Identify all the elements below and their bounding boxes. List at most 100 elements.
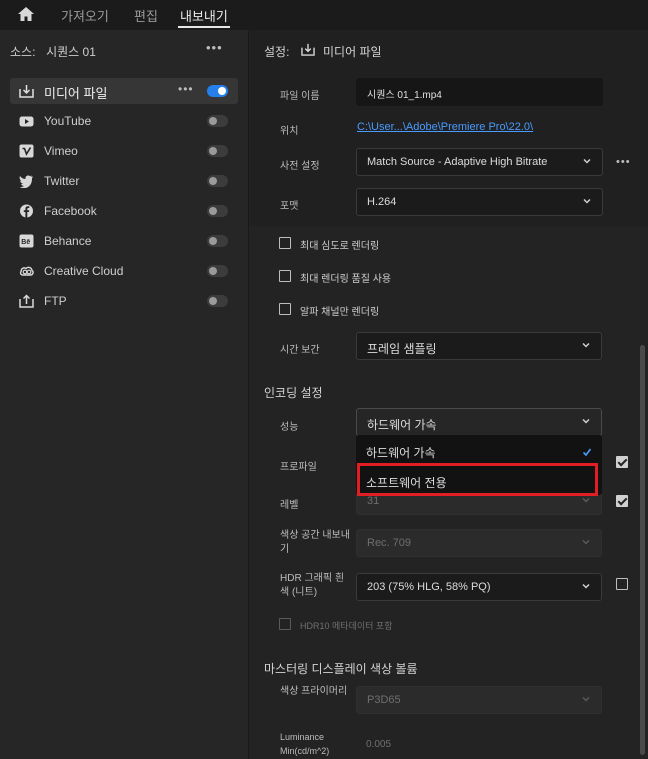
destination-youtube[interactable]: YouTube: [10, 108, 238, 134]
twitter-icon: [19, 175, 33, 188]
settings-panel: 설정: 미디어 파일 파일 이름 시퀀스 01_1.mp4 위치 C:\User…: [250, 30, 648, 759]
destination-label: Facebook: [44, 204, 97, 218]
vimeo-icon: [19, 144, 34, 158]
chevron-down-icon: [582, 497, 590, 503]
color-space-select[interactable]: Rec. 709: [356, 529, 602, 557]
destination-toggle-twitter[interactable]: [207, 175, 228, 187]
destination-label: Behance: [44, 234, 92, 248]
youtube-icon: [19, 116, 34, 127]
filename-label: 파일 이름: [280, 91, 320, 102]
chevron-down-icon: [583, 198, 591, 204]
tab-edit[interactable]: 편집: [134, 6, 158, 25]
performance-value: 하드웨어 가속: [367, 418, 437, 432]
destination-vimeo[interactable]: Vimeo: [10, 138, 238, 164]
hdr10-metadata-checkbox[interactable]: [279, 618, 291, 630]
settings-header: 설정:: [264, 43, 289, 60]
destination-media-file[interactable]: 미디어 파일 •••: [10, 78, 238, 104]
hdr-white-select[interactable]: 203 (75% HLG, 58% PQ): [356, 573, 602, 601]
destination-label: Vimeo: [44, 144, 78, 158]
color-primaries-label: 색상 프라이머리: [280, 686, 348, 697]
luminance-min-label: Luminance Min(cd/m^2): [280, 732, 330, 756]
luminance-min-value[interactable]: 0.005: [366, 739, 391, 750]
format-label: 포맷: [280, 201, 299, 212]
hdr10-metadata-label: HDR10 메타데이터 포함: [300, 621, 393, 631]
destination-ftp[interactable]: FTP: [10, 288, 238, 314]
destination-toggle-behance[interactable]: [207, 235, 228, 247]
destination-toggle-facebook[interactable]: [207, 205, 228, 217]
level-match-checkbox[interactable]: [616, 495, 628, 507]
destination-facebook[interactable]: Facebook: [10, 198, 238, 224]
hdr-white-value: 203 (75% HLG, 58% PQ): [367, 581, 491, 593]
destination-label: Twitter: [44, 174, 80, 188]
upload-icon: [19, 294, 34, 308]
hdr-white-checkbox[interactable]: [616, 578, 628, 590]
performance-select[interactable]: 하드웨어 가속: [356, 408, 602, 436]
source-sequence-name: 시퀀스 01: [46, 45, 96, 59]
preset-label: 사전 설정: [280, 161, 320, 172]
behance-icon: Bē: [19, 234, 34, 248]
level-label: 레벨: [280, 500, 299, 511]
active-tab-indicator: [178, 26, 230, 28]
location-link[interactable]: C:\User...\Adobe\Premiere Pro\22.0\: [357, 121, 533, 133]
destination-behance[interactable]: Bē Behance: [10, 228, 238, 254]
source-more-button[interactable]: •••: [206, 40, 223, 55]
destination-more-button[interactable]: •••: [178, 82, 194, 96]
preset-select[interactable]: Match Source - Adaptive High Bitrate: [356, 148, 603, 176]
destinations-panel: 소스: 시퀀스 01 ••• 미디어 파일 ••• YouTube Vimeo: [0, 30, 249, 759]
max-quality-label: 최대 렌더링 품질 사용: [300, 274, 392, 285]
time-interp-select[interactable]: 프레임 샘플링: [356, 332, 602, 360]
max-depth-label: 최대 심도로 렌더링: [300, 241, 380, 252]
encoding-header: 인코딩 설정: [264, 386, 323, 400]
alpha-only-label: 알파 채널만 렌더링: [300, 307, 380, 318]
profile-match-checkbox[interactable]: [616, 456, 628, 468]
top-navigation-bar: 가져오기 편집 내보내기: [0, 0, 648, 30]
chevron-down-icon: [582, 342, 590, 348]
color-space-value: Rec. 709: [367, 537, 412, 549]
tab-export[interactable]: 내보내기: [180, 6, 228, 25]
destination-toggle-youtube[interactable]: [207, 115, 228, 127]
mastering-header: 마스터링 디스플레이 색상 볼륨: [264, 662, 418, 676]
chevron-down-icon: [583, 158, 591, 164]
chevron-down-icon: [582, 583, 590, 589]
format-value: H.264: [367, 196, 397, 208]
chevron-down-icon: [582, 418, 590, 424]
preset-more-button[interactable]: •••: [616, 156, 631, 168]
settings-header-value: 미디어 파일: [323, 45, 382, 59]
destination-label: YouTube: [44, 114, 92, 128]
color-space-label: 색상 공간 내보내기: [280, 530, 350, 555]
location-label: 위치: [280, 126, 299, 137]
checkmark-icon: [582, 448, 592, 457]
destination-creative-cloud[interactable]: Creative Cloud: [10, 258, 238, 284]
download-icon: [301, 43, 315, 56]
destination-label: Creative Cloud: [44, 264, 124, 278]
home-icon[interactable]: [17, 6, 35, 22]
profile-label: 프로파일: [280, 462, 317, 473]
source-label: 소스:: [10, 45, 36, 59]
destination-toggle-vimeo[interactable]: [207, 145, 228, 157]
preset-value: Match Source - Adaptive High Bitrate: [367, 156, 548, 168]
max-depth-checkbox[interactable]: [279, 237, 291, 249]
facebook-icon: [20, 204, 33, 218]
max-quality-checkbox[interactable]: [279, 270, 291, 282]
format-select[interactable]: H.264: [356, 188, 603, 216]
download-icon: [19, 85, 34, 98]
alpha-only-checkbox[interactable]: [279, 303, 291, 315]
settings-scrollbar[interactable]: [640, 345, 645, 755]
destination-label: 미디어 파일: [44, 86, 108, 101]
hdr-white-label: HDR 그래픽 흰색 (니트): [280, 573, 345, 598]
tab-import[interactable]: 가져오기: [61, 6, 109, 25]
destination-twitter[interactable]: Twitter: [10, 168, 238, 194]
destination-toggle-ftp[interactable]: [207, 295, 228, 307]
destination-toggle-creative-cloud[interactable]: [207, 265, 228, 277]
time-interp-value: 프레임 샘플링: [367, 342, 437, 356]
dropdown-option-hardware[interactable]: 하드웨어 가속: [366, 444, 436, 461]
color-primaries-select[interactable]: P3D65: [356, 686, 602, 714]
filename-input[interactable]: 시퀀스 01_1.mp4: [356, 78, 603, 106]
creative-cloud-icon: [19, 266, 34, 276]
performance-label: 성능: [280, 422, 299, 433]
source-row: 소스: 시퀀스 01: [10, 43, 96, 60]
level-value: 31: [367, 495, 380, 507]
destination-toggle-media-file[interactable]: [207, 85, 228, 97]
highlight-annotation-box: [357, 463, 598, 496]
destination-label: FTP: [44, 294, 67, 308]
